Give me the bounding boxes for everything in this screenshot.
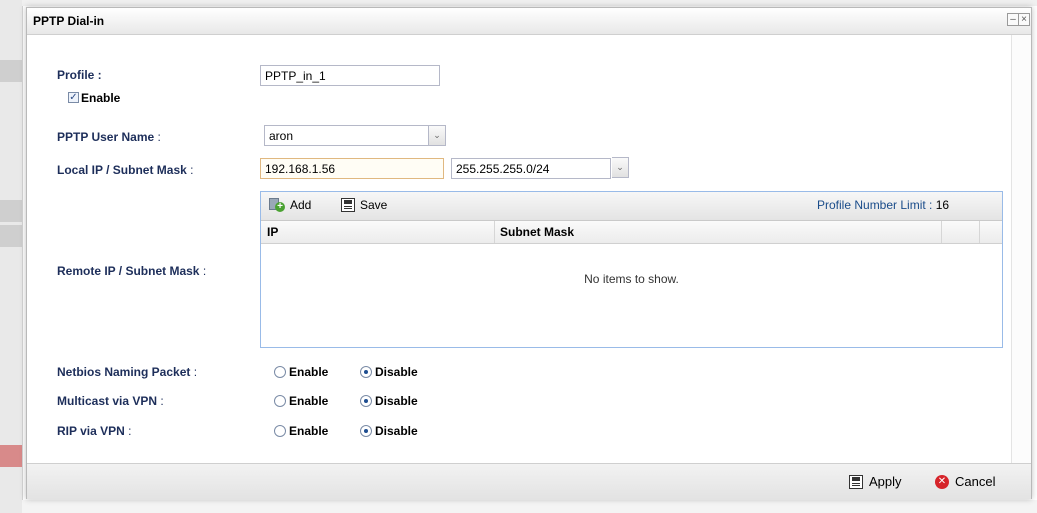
add-label: Add [290,198,312,212]
local-ip-label: Local IP / Subnet Mask : [57,163,194,177]
dialog-scrollbar[interactable] [1011,35,1031,463]
chevron-down-icon[interactable]: ⌄ [612,157,629,178]
limit-label: Profile Number Limit : [817,198,933,212]
multicast-enable-label: Enable [289,394,329,408]
cancel-label: Cancel [955,474,996,489]
user-name-combo[interactable]: aron [264,125,429,146]
user-name-label: PPTP User Name : [57,130,161,144]
background-sidebar-row [0,200,22,222]
multicast-disable-radio[interactable] [360,395,372,407]
cancel-icon: ✕ [935,474,949,489]
pptp-dialin-dialog: PPTP Dial-in – × Profile : PPTP_in_1 ✓ E… [26,7,1032,499]
rip-disable-label: Disable [375,424,418,438]
background-sidebar-row [0,225,22,247]
rip-label: RIP via VPN : [57,424,132,438]
local-ip-input[interactable]: 192.168.1.56 [260,158,444,179]
column-header-ip[interactable]: IP [267,225,278,239]
rip-disable-radio[interactable] [360,425,372,437]
add-icon: + [269,198,285,212]
profile-number-limit: Profile Number Limit : 16 [817,198,949,212]
netbios-disable-radio[interactable] [360,366,372,378]
enable-checkbox[interactable]: ✓ [68,92,79,103]
multicast-disable-label: Disable [375,394,418,408]
remote-ip-label: Remote IP / Subnet Mask : [57,264,207,278]
netbios-enable-radio[interactable] [274,366,286,378]
netbios-enable-label: Enable [289,365,329,379]
apply-button[interactable]: Apply [849,474,902,489]
profile-input[interactable]: PPTP_in_1 [260,65,440,86]
rip-enable-label: Enable [289,424,329,438]
save-button[interactable]: Save [341,198,387,212]
netbios-disable-label: Disable [375,365,418,379]
save-label: Save [360,198,388,212]
grid-header: IP Subnet Mask [261,221,1002,244]
dialog-body: Profile : PPTP_in_1 ✓ Enable PPTP User N… [27,35,1031,463]
cancel-button[interactable]: ✕ Cancel [935,474,995,489]
dialog-titlebar: PPTP Dial-in – × [27,8,1031,35]
remote-ip-grid: + Add Save Profile Number Limit : 16 IP … [260,191,1003,348]
rip-enable-radio[interactable] [274,425,286,437]
netbios-label: Netbios Naming Packet : [57,365,198,379]
background-sidebar-row [0,445,22,467]
background-footer [22,500,1037,513]
enable-label: Enable [81,91,121,105]
chevron-down-icon[interactable]: ⌄ [429,125,446,146]
grid-empty-text: No items to show. [584,272,679,286]
limit-value: 16 [935,198,950,212]
profile-label: Profile : [57,68,102,82]
dialog-footer: Apply ✕ Cancel [27,463,1031,499]
add-button[interactable]: + Add [269,198,311,212]
subnet-mask-combo[interactable]: 255.255.255.0/24 [451,158,611,179]
multicast-label: Multicast via VPN : [57,394,164,408]
close-button[interactable]: × [1018,13,1030,26]
apply-label: Apply [869,474,902,489]
multicast-enable-radio[interactable] [274,395,286,407]
column-header-subnet-mask[interactable]: Subnet Mask [500,225,574,239]
background-sidebar [0,0,23,513]
save-icon [341,198,355,212]
save-icon [849,474,863,489]
dialog-title: PPTP Dial-in [33,14,105,28]
grid-toolbar: + Add Save Profile Number Limit : 16 [261,192,1002,221]
background-sidebar-row [0,60,22,82]
background-header [22,0,1037,6]
